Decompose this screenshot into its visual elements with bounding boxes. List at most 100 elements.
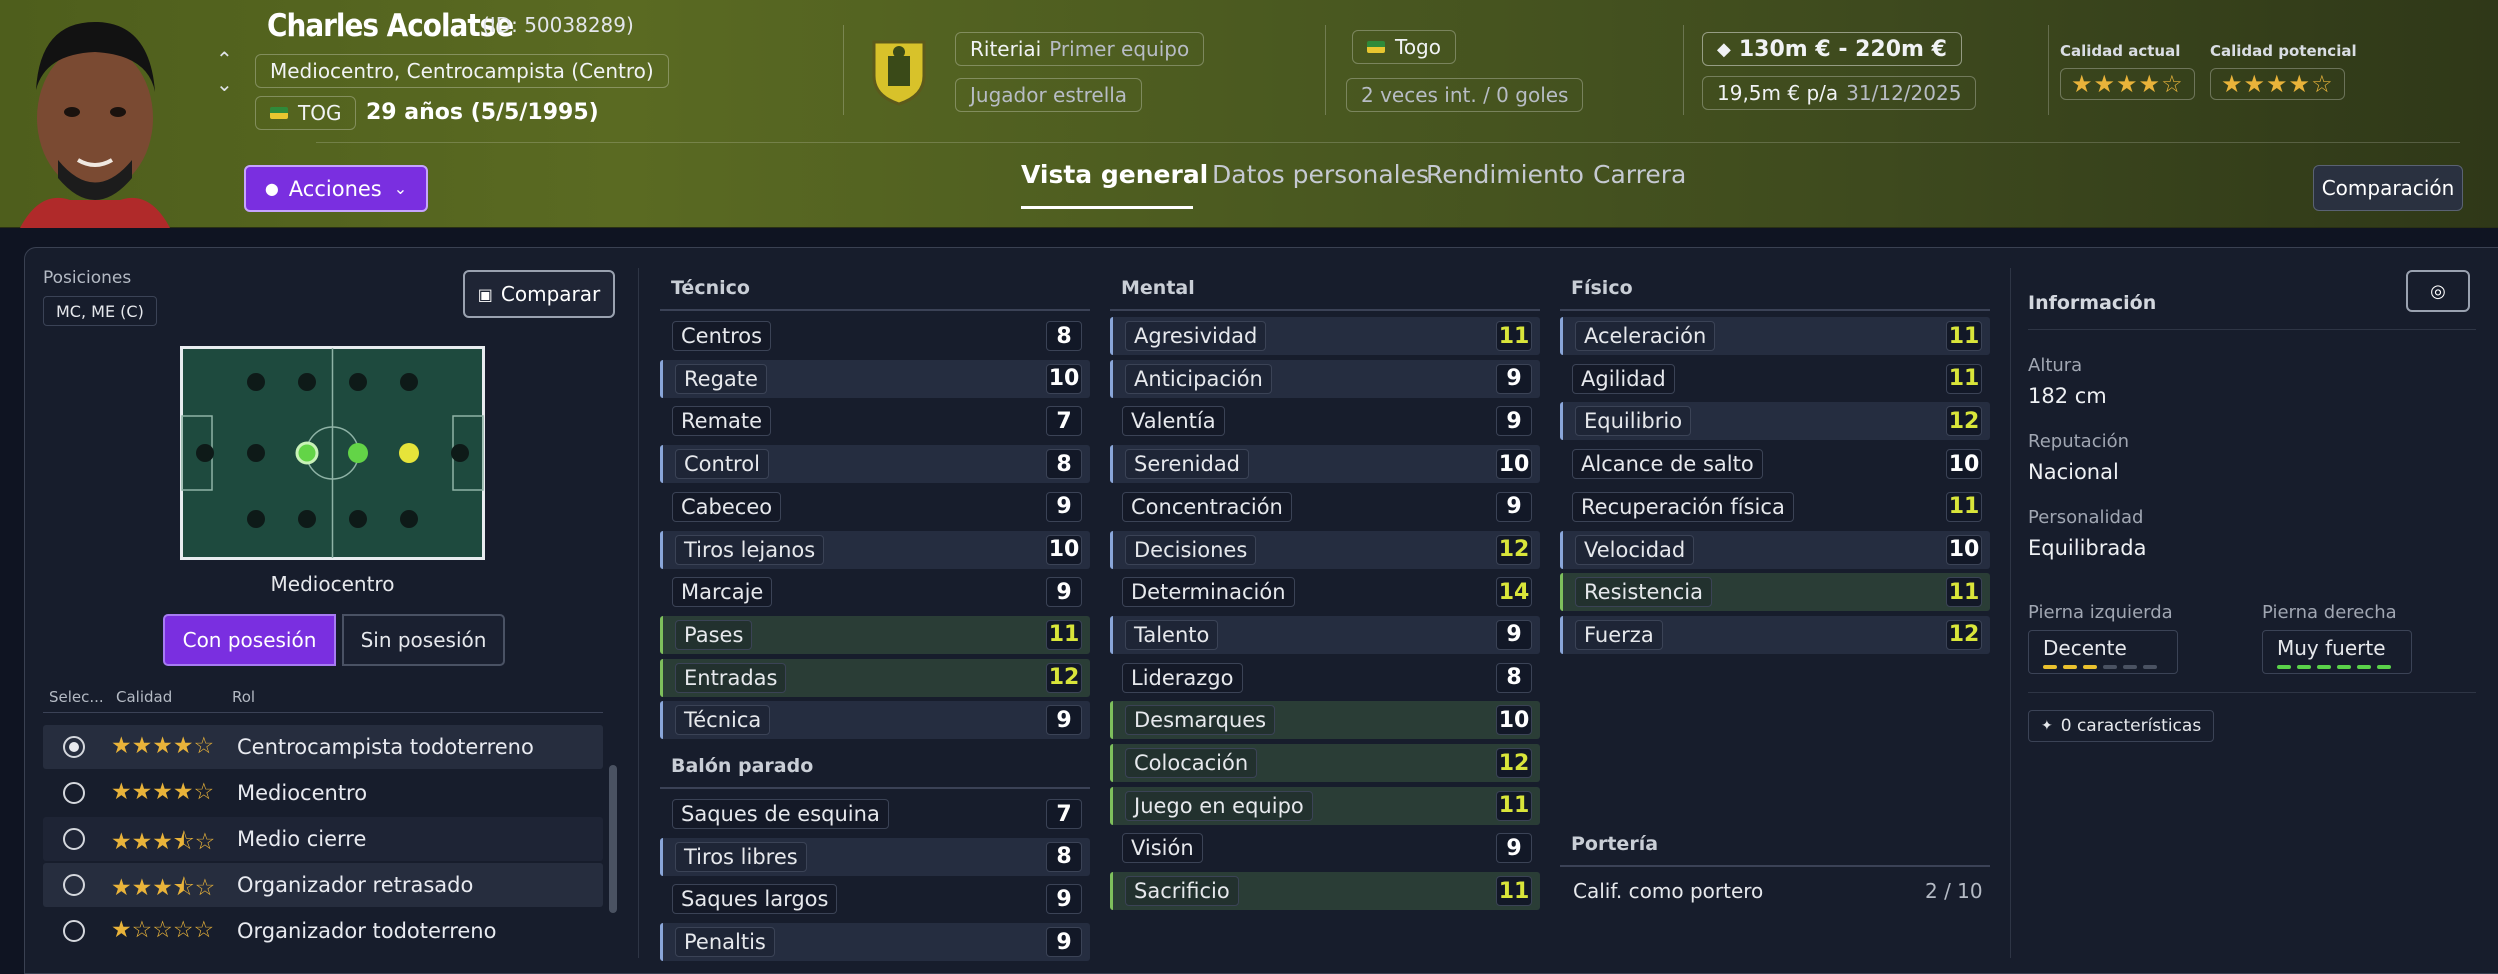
left-foot-bar — [2043, 665, 2157, 669]
attribute-row[interactable]: Agilidad 11 — [1560, 360, 1990, 398]
current-ability-label: Calidad actual — [2060, 42, 2181, 60]
attribute-value: 9 — [1046, 927, 1082, 958]
attribute-value: 8 — [1496, 662, 1532, 693]
personality-label: Personalidad — [2028, 507, 2144, 528]
role-row[interactable]: ★☆☆☆☆ Organizador todoterreno — [43, 909, 603, 953]
attribute-row[interactable]: Entradas 12 — [660, 658, 1090, 697]
tab-career[interactable]: Carrera — [1593, 160, 1686, 189]
attribute-row[interactable]: Talento 9 — [1110, 615, 1540, 654]
attribute-row[interactable]: Alcance de salto 10 — [1560, 445, 1990, 483]
attribute-value: 10 — [1496, 705, 1532, 736]
attribute-row[interactable]: Concentración 9 — [1110, 488, 1540, 526]
attribute-value: 8 — [1046, 841, 1082, 872]
height-value: 182 cm — [2028, 384, 2107, 408]
attribute-row[interactable]: Velocidad 10 — [1560, 530, 1990, 569]
attribute-row[interactable]: Tiros libres 8 — [660, 837, 1090, 876]
role-row[interactable]: ★★★★☆ Mediocentro — [43, 771, 603, 815]
attribute-name: Talento — [1125, 619, 1219, 650]
attribute-row[interactable]: Decisiones 12 — [1110, 530, 1540, 569]
attribute-row[interactable]: Marcaje 9 — [660, 573, 1090, 611]
profile-settings-button[interactable]: ◎ — [2406, 270, 2470, 312]
attribute-row[interactable]: Desmarques 10 — [1110, 701, 1540, 740]
attribute-name: Serenidad — [1125, 449, 1250, 480]
attribute-name: Tiros libres — [675, 841, 807, 872]
attribute-row[interactable]: Agresividad 11 — [1110, 317, 1540, 355]
attribute-row[interactable]: Pases 11 — [660, 615, 1090, 654]
attribute-row[interactable]: Regate 10 — [660, 359, 1090, 398]
attribute-row[interactable]: Aceleración 11 — [1560, 317, 1990, 355]
pitch-position-label: Mediocentro — [270, 572, 395, 596]
out-of-possession-toggle[interactable]: Sin posesión — [342, 614, 505, 666]
attribute-row[interactable]: Sacrificio 11 — [1110, 872, 1540, 911]
attribute-row[interactable]: Equilibrio 12 — [1560, 402, 1990, 441]
role-radio[interactable] — [63, 874, 85, 896]
attribute-row[interactable]: Control 8 — [660, 445, 1090, 484]
column-quality[interactable]: Calidad — [116, 688, 172, 706]
attribute-row[interactable]: Visión 9 — [1110, 829, 1540, 867]
attribute-value: 12 — [1946, 406, 1982, 437]
comparison-button[interactable]: Comparación — [2313, 165, 2463, 211]
attribute-row[interactable]: Centros 8 — [660, 317, 1090, 355]
player-name: Charles Acolatse — [267, 8, 514, 44]
attribute-row[interactable]: Liderazgo 8 — [1110, 659, 1540, 697]
attribute-row[interactable]: Anticipación 9 — [1110, 359, 1540, 398]
role-radio[interactable] — [63, 828, 85, 850]
tab-personal-data[interactable]: Datos personales — [1212, 160, 1429, 189]
attribute-row[interactable]: Tiros lejanos 10 — [660, 530, 1090, 569]
attribute-name: Remate — [672, 406, 772, 437]
reputation-label: Reputación — [2028, 431, 2130, 452]
attribute-row[interactable]: Cabeceo 9 — [660, 488, 1090, 526]
attribute-row[interactable]: Colocación 12 — [1110, 744, 1540, 782]
attribute-row[interactable]: Técnica 9 — [660, 701, 1090, 740]
attribute-value: 8 — [1046, 449, 1082, 480]
attribute-row[interactable]: Saques de esquina 7 — [660, 795, 1090, 833]
role-stars: ★★★★☆ — [111, 733, 215, 759]
role-radio[interactable] — [63, 920, 85, 942]
attribute-row[interactable]: Fuerza 12 — [1560, 615, 1990, 654]
attribute-row[interactable]: Valentía 9 — [1110, 402, 1540, 440]
attribute-row[interactable]: Juego en equipo 11 — [1110, 786, 1540, 825]
roles-scrollbar[interactable] — [609, 765, 617, 913]
compare-positions-button[interactable]: ▣ Comparar — [463, 270, 615, 318]
attribute-row[interactable]: Penaltis 9 — [660, 923, 1090, 962]
attribute-row[interactable]: Serenidad 10 — [1110, 445, 1540, 484]
role-row[interactable]: ★★★⯪☆ Organizador retrasado — [43, 863, 603, 907]
role-radio[interactable] — [63, 736, 85, 758]
attribute-value: 11 — [1046, 619, 1082, 650]
role-stars: ★★★⯪☆ — [111, 875, 216, 901]
in-possession-toggle[interactable]: Con posesión — [163, 614, 336, 666]
attribute-name: Valentía — [1122, 406, 1225, 437]
column-role[interactable]: Rol — [232, 688, 255, 706]
goalkeeping-title: Portería — [1571, 833, 1659, 855]
attribute-value: 11 — [1946, 321, 1982, 351]
attribute-name: Sacrificio — [1125, 876, 1239, 907]
tab-overview[interactable]: Vista general — [1021, 160, 1208, 189]
club-role: Jugador estrella — [955, 78, 1143, 112]
right-foot-label: Pierna derecha — [2262, 602, 2397, 623]
actions-button[interactable]: ● Acciones ⌄ — [244, 165, 428, 212]
next-player-button[interactable]: ⌄ — [216, 72, 233, 96]
club-team[interactable]: Riteriai Primer equipo — [955, 32, 1205, 66]
foot-bar-segment — [2297, 665, 2311, 669]
attribute-name: Desmarques — [1125, 705, 1276, 736]
club-crest-icon — [872, 40, 926, 106]
attribute-value: 11 — [1496, 790, 1532, 821]
attribute-value: 9 — [1496, 833, 1532, 864]
previous-player-button[interactable]: ⌃ — [216, 47, 233, 71]
role-radio[interactable] — [63, 782, 85, 804]
attribute-row[interactable]: Saques largos 9 — [660, 880, 1090, 918]
attribute-row[interactable]: Resistencia 11 — [1560, 573, 1990, 612]
player-portrait — [20, 21, 170, 228]
traits-badge[interactable]: ✦ 0 características — [2028, 710, 2215, 742]
attribute-name: Agilidad — [1572, 363, 1675, 394]
role-row[interactable]: ★★★★☆ Centrocampista todoterreno — [43, 725, 603, 769]
column-select[interactable]: Selec... — [49, 688, 104, 706]
tab-performance[interactable]: Rendimiento — [1426, 160, 1584, 189]
nation-badge[interactable]: Togo — [1352, 30, 1456, 64]
attribute-value: 14 — [1496, 577, 1532, 608]
attribute-value: 9 — [1046, 491, 1082, 522]
attribute-row[interactable]: Recuperación física 11 — [1560, 488, 1990, 526]
role-row[interactable]: ★★★⯪☆ Medio cierre — [43, 817, 603, 861]
attribute-row[interactable]: Determinación 14 — [1110, 573, 1540, 611]
attribute-row[interactable]: Remate 7 — [660, 402, 1090, 440]
